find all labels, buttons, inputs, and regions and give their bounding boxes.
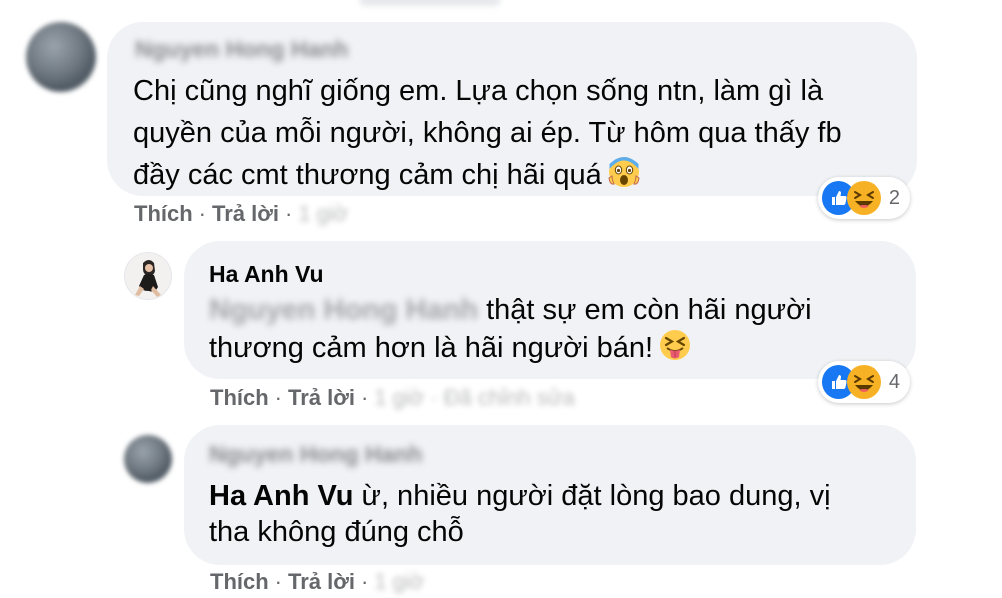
comment-text-line: thương cảm hơn là hãi người bán! [209,327,691,373]
face-screaming-in-fear-emoji [608,156,640,200]
separator-dot: · [274,385,282,410]
reply-button[interactable]: Trả lời [212,201,279,226]
separator-dot: · [285,201,293,226]
reply-button[interactable]: Trả lời [288,385,355,410]
comment-text: thương cảm hơn là hãi người bán! [209,332,654,364]
comment-text: thật sự em còn hãi người [486,294,812,326]
commenter-avatar[interactable] [124,435,172,483]
comment-actions: Thích · Trả lời · 1 giờ [134,201,348,227]
comment-author[interactable]: Nguyen Hong Hanh [135,36,348,63]
comment-text-line: Nguyen Hong Hanh thật sự em còn hãi ngườ… [209,289,812,331]
separator-dot: · [274,569,282,594]
comment-timestamp[interactable]: 1 giờ · Đã chỉnh sửa [374,385,574,411]
haha-reaction-icon [847,181,881,215]
tagged-user-link[interactable]: Nguyen Hong Hanh [209,289,478,331]
commenter-avatar[interactable] [124,252,172,300]
comment-bubble: Nguyen Hong Hanh Chị cũng nghĩ giống em.… [107,22,917,196]
reply-button[interactable]: Trả lời [288,569,355,594]
like-button[interactable]: Thích [210,569,269,594]
comment-bubble: Ha Anh Vu Nguyen Hong Hanh thật sự em cò… [184,241,916,379]
comment-bubble: Nguyen Hong Hanh Ha Anh Vu ừ, nhiều ngườ… [184,425,916,565]
comment-text-line: tha không đúng chỗ [209,516,464,548]
comment-text: đầy các cmt thương cảm chị hãi quá [133,159,602,191]
comment-actions: Thích · Trả lời · 1 giờ [210,569,424,595]
haha-reaction-icon [847,365,881,399]
separator-dot: · [361,385,369,410]
separator-dot: · [198,201,206,226]
comment-timestamp[interactable]: 1 giờ [374,569,424,595]
previous-comment-fragment [360,0,500,6]
comment-text-line: đầy các cmt thương cảm chị hãi quá [133,154,640,200]
comment-text-line: Chị cũng nghĩ giống em. Lựa chọn sống nt… [133,75,824,107]
squinting-face-with-tongue-emoji [659,329,691,373]
comment-actions: Thích · Trả lời · 1 giờ · Đã chỉnh sửa [210,385,575,411]
reaction-count: 2 [888,186,900,209]
commenter-avatar[interactable] [26,22,96,92]
like-button[interactable]: Thích [134,201,193,226]
mentioned-user-link[interactable]: Ha Anh Vu [209,480,353,512]
reaction-count: 4 [888,370,900,393]
comment-author[interactable]: Nguyen Hong Hanh [209,441,422,468]
separator-dot: · [361,569,369,594]
comment-text-line: quyền của mỗi người, không ai ép. Từ hôm… [133,117,842,149]
like-button[interactable]: Thích [210,385,269,410]
reaction-summary[interactable]: 2 [818,177,910,219]
comment-author[interactable]: Ha Anh Vu [209,261,324,288]
comment-text: ừ, nhiều người đặt lòng bao dung, vị [361,480,831,512]
reaction-summary[interactable]: 4 [818,361,910,403]
comment-timestamp[interactable]: 1 giờ [298,201,348,227]
